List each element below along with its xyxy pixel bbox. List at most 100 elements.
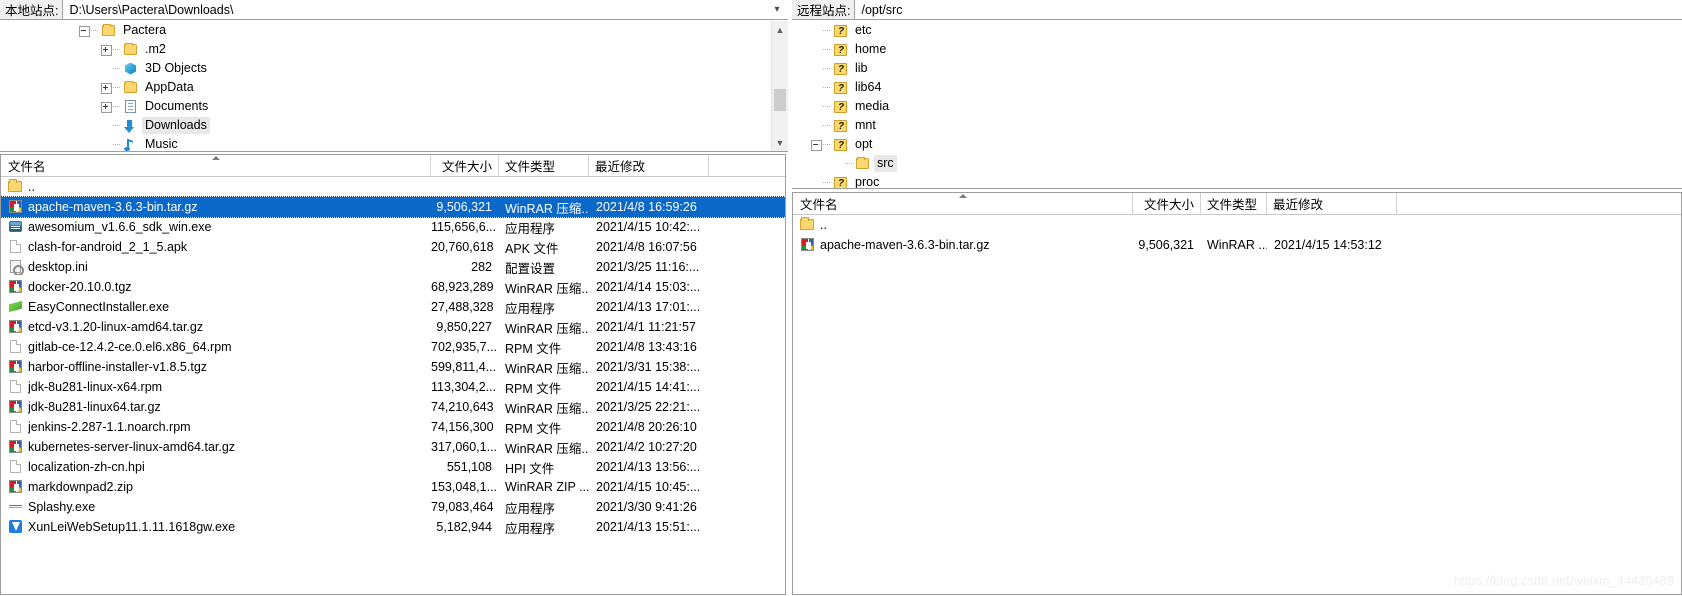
table-row[interactable]: jdk-8u281-linux-x64.rpm 113,304,2... RPM 文… <box>1 377 785 397</box>
cell-filetype: APK 文件 <box>505 241 559 256</box>
tree-item[interactable]: ? media <box>792 97 1682 116</box>
cell-filename: kubernetes-server-linux-amd64.tar.gz <box>1 439 431 455</box>
documents-icon <box>122 99 139 115</box>
tree-item[interactable]: Pactera <box>0 21 771 40</box>
expand-icon[interactable] <box>100 40 113 59</box>
cell-filetype: WinRAR 压缩... <box>505 201 589 216</box>
tree-item[interactable]: Music <box>0 135 771 151</box>
expand-icon[interactable] <box>100 78 113 97</box>
local-tree-scrollbar[interactable]: ▲ ▼ <box>771 21 788 151</box>
tree-item[interactable]: ? lib64 <box>792 78 1682 97</box>
column-header-lastmodified[interactable]: 最近修改 <box>1267 193 1397 214</box>
table-row[interactable]: clash-for-android_2_1_5.apk 20,760,618 APK… <box>1 237 785 257</box>
table-row[interactable]: kubernetes-server-linux-amd64.tar.gz 317,… <box>1 437 785 457</box>
cell-filesize: 551,108 <box>446 460 492 474</box>
chevron-down-icon[interactable]: ▾ <box>766 0 788 19</box>
cell-filetype: WinRAR ... <box>1207 238 1267 252</box>
table-row[interactable]: EasyConnectInstaller.exe 27,488,328 应用程序 20… <box>1 297 785 317</box>
cell-lastmodified: 2021/4/8 16:59:26 <box>596 200 697 214</box>
file-name-text: jdk-8u281-linux64.tar.gz <box>28 400 161 414</box>
tree-item[interactable]: AppData <box>0 78 771 97</box>
winrar-icon <box>7 399 24 415</box>
table-row[interactable]: gitlab-ce-12.4.2-ce.0.el6.x86_64.rpm 702,… <box>1 337 785 357</box>
cell-filetype: WinRAR 压缩... <box>505 441 589 456</box>
file-name-text: desktop.ini <box>28 260 88 274</box>
cell-filename: gitlab-ce-12.4.2-ce.0.el6.x86_64.rpm <box>1 339 431 355</box>
cell-filetype: RPM 文件 <box>505 381 562 396</box>
sort-ascending-icon <box>958 194 967 198</box>
local-file-list[interactable]: 文件名 文件大小 文件类型 最近修改 .. apache-maven-3.6.3-… <box>0 154 786 595</box>
table-row[interactable]: .. <box>1 177 785 197</box>
local-path-input[interactable]: D:\Users\Pactera\Downloads\ <box>63 0 766 19</box>
remote-file-list[interactable]: 文件名 文件大小 文件类型 最近修改 .. apache-maven-3.6.3-… <box>792 192 1682 595</box>
local-directory-tree[interactable]: Pactera .m2 3D Objects AppData Documents Down… <box>0 21 788 152</box>
tree-item[interactable]: ? home <box>792 40 1682 59</box>
tree-item-label: opt <box>855 137 873 151</box>
column-header-filename[interactable]: 文件名 <box>793 193 1133 214</box>
expand-icon[interactable] <box>100 97 113 116</box>
tree-item[interactable]: .m2 <box>0 40 771 59</box>
tree-item-label: 3D Objects <box>145 61 207 75</box>
table-row[interactable]: jenkins-2.287-1.1.noarch.rpm 74,156,300 RP… <box>1 417 785 437</box>
tree-connector <box>113 40 122 59</box>
column-header-filename[interactable]: 文件名 <box>1 155 431 176</box>
splashy-icon <box>7 499 24 515</box>
table-row[interactable]: markdownpad2.zip 153,048,1... WinRAR ZIP .… <box>1 477 785 497</box>
column-header-filesize[interactable]: 文件大小 <box>1133 193 1201 214</box>
cell-lastmodified: 2021/4/15 10:45:... <box>596 480 701 494</box>
table-row[interactable]: jdk-8u281-linux64.tar.gz 74,210,643 WinRAR… <box>1 397 785 417</box>
cell-filename: .. <box>1 179 431 195</box>
tree-item[interactable]: Downloads <box>0 116 771 135</box>
tree-connector <box>113 135 122 151</box>
remote-path-input[interactable]: /opt/src <box>855 0 1682 19</box>
unknown-folder-icon: ? <box>832 42 849 58</box>
tree-connector <box>823 21 832 40</box>
plain-file-icon <box>7 339 24 355</box>
tree-item-label: .m2 <box>145 42 166 56</box>
tree-item[interactable]: 3D Objects <box>0 59 771 78</box>
table-row[interactable]: Splashy.exe 79,083,464 应用程序 2021/3/30 9:41:… <box>1 497 785 517</box>
column-header-filesize[interactable]: 文件大小 <box>431 155 499 176</box>
column-header-filetype[interactable]: 文件类型 <box>499 155 589 176</box>
sort-ascending-icon <box>211 156 220 160</box>
table-row[interactable]: harbor-offline-installer-v1.8.5.tgz 599,8… <box>1 357 785 377</box>
collapse-icon[interactable] <box>810 135 823 154</box>
table-row[interactable]: localization-zh-cn.hpi 551,108 HPI 文件 2021/… <box>1 457 785 477</box>
scroll-thumb[interactable] <box>774 89 786 111</box>
cell-filename: etcd-v3.1.20-linux-amd64.tar.gz <box>1 319 431 335</box>
file-name-text: markdownpad2.zip <box>28 480 133 494</box>
tree-item[interactable]: ? lib <box>792 59 1682 78</box>
tree-item[interactable]: ? etc <box>792 21 1682 40</box>
column-header-filetype[interactable]: 文件类型 <box>1201 193 1267 214</box>
scroll-down-icon[interactable]: ▼ <box>772 134 788 151</box>
remote-directory-tree[interactable]: ? etc? home? lib? lib64? media? mnt? opt src? pro… <box>792 21 1682 189</box>
table-row[interactable]: apache-maven-3.6.3-bin.tar.gz 9,506,321 Wi… <box>1 196 785 218</box>
cell-lastmodified: 2021/4/13 17:01:... <box>596 300 701 314</box>
table-row[interactable]: etcd-v3.1.20-linux-amd64.tar.gz 9,850,227… <box>1 317 785 337</box>
cell-filename: harbor-offline-installer-v1.8.5.tgz <box>1 359 431 375</box>
tree-item[interactable]: ? opt <box>792 135 1682 154</box>
cell-filetype: RPM 文件 <box>505 341 562 356</box>
table-row[interactable]: .. <box>793 215 1681 235</box>
table-row[interactable]: apache-maven-3.6.3-bin.tar.gz 9,506,321 Wi… <box>793 235 1681 255</box>
column-header-lastmodified[interactable]: 最近修改 <box>589 155 709 176</box>
cell-filesize: 9,850,227 <box>436 320 492 334</box>
table-row[interactable]: desktop.ini 282 配置设置 2021/3/25 11:16:... <box>1 257 785 277</box>
tree-item[interactable]: Documents <box>0 97 771 116</box>
table-row[interactable]: docker-20.10.0.tgz 68,923,289 WinRAR 压缩...… <box>1 277 785 297</box>
tree-item[interactable]: src <box>792 154 1682 173</box>
cell-filetype: 应用程序 <box>505 521 556 536</box>
collapse-icon[interactable] <box>78 21 91 40</box>
scroll-up-icon[interactable]: ▲ <box>772 21 788 38</box>
table-row[interactable]: awesomium_v1.6.6_sdk_win.exe 115,656,6...… <box>1 217 785 237</box>
cell-lastmodified: 2021/4/13 13:56:... <box>596 460 701 474</box>
table-row[interactable]: XunLeiWebSetup11.1.11.1618gw.exe 5,182,94… <box>1 517 785 537</box>
tree-item[interactable]: ? mnt <box>792 116 1682 135</box>
tree-item[interactable]: ? proc <box>792 173 1682 188</box>
